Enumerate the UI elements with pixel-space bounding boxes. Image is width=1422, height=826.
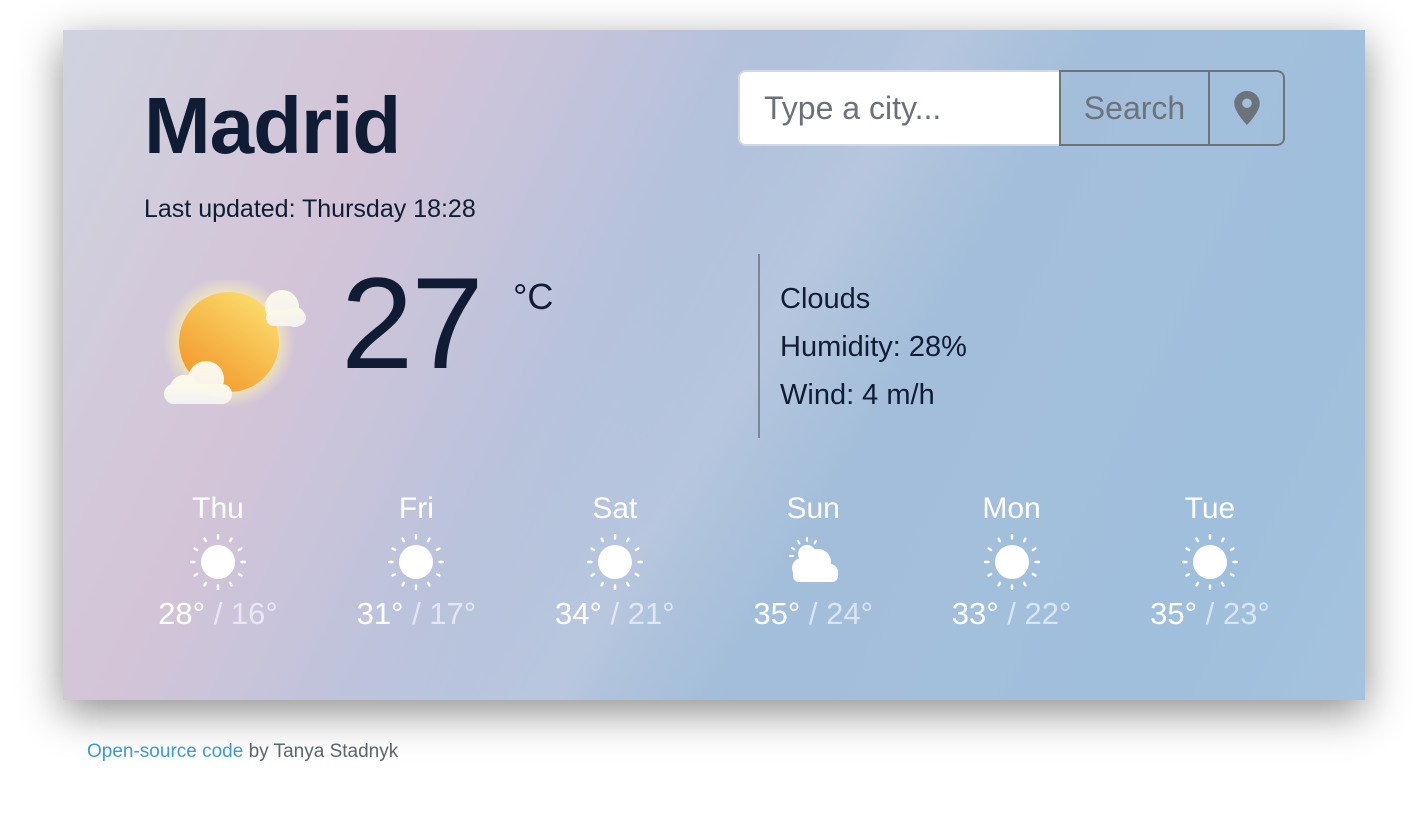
forecast-day: Sat 34° / 21° xyxy=(516,490,714,632)
day-name: Sun xyxy=(786,492,840,525)
condition: Clouds xyxy=(780,283,871,315)
forecast-day: Thu 28° / 16° xyxy=(119,490,317,632)
author-byline: by Tanya Stadnyk xyxy=(243,741,399,762)
temp-min: 24° xyxy=(826,596,873,631)
sun-icon xyxy=(1182,534,1238,590)
temp-separator: / xyxy=(998,596,1025,631)
search-form: Search xyxy=(738,70,1285,146)
footer: Open-source code by Tanya Stadnyk xyxy=(87,741,398,763)
day-name: Sat xyxy=(592,492,638,525)
forecast-day: Fri 31° / 17° xyxy=(317,490,515,632)
temp-max: 35° xyxy=(753,596,801,631)
day-name: Thu xyxy=(192,492,244,525)
city-search-input[interactable] xyxy=(738,70,1059,146)
sun-icon xyxy=(388,534,444,590)
sun-behind-clouds-icon xyxy=(163,280,306,408)
last-updated: Last updated: Thursday 18:28 xyxy=(144,195,476,223)
temp-separator: / xyxy=(1197,596,1223,631)
sun-icon xyxy=(190,534,246,590)
temp-separator: / xyxy=(205,596,231,631)
temp-max: 33° xyxy=(951,596,999,631)
forecast-day: Tue 35° / 23° xyxy=(1111,490,1309,632)
day-name: Tue xyxy=(1184,492,1236,525)
day-temps: 28° / 16° xyxy=(158,596,278,632)
forecast-list: Thu 28° / 16° Fri 31° / 17° Sat 34° / 21… xyxy=(119,490,1309,632)
humidity: Humidity: 28% xyxy=(780,331,967,363)
map-pin-icon xyxy=(1233,91,1260,125)
forecast-day: Mon 33° / 22° xyxy=(913,490,1111,632)
day-name: Mon xyxy=(982,492,1041,525)
day-name: Fri xyxy=(398,492,434,525)
day-temps: 35° / 23° xyxy=(1150,596,1270,632)
forecast-day: Sun 35° / 24° xyxy=(714,490,912,632)
temp-min: 16° xyxy=(230,596,278,631)
temp-separator: / xyxy=(800,596,827,631)
temp-max: 31° xyxy=(356,596,404,631)
search-button[interactable]: Search xyxy=(1059,70,1210,146)
temp-max: 34° xyxy=(554,596,602,631)
temp-min: 23° xyxy=(1222,596,1270,631)
weather-card: Madrid Last updated: Thursday 18:28 Sear… xyxy=(63,30,1365,700)
temp-max: 28° xyxy=(158,596,206,631)
temp-min: 17° xyxy=(429,596,477,631)
temp-separator: / xyxy=(601,596,628,631)
sun-icon xyxy=(984,534,1040,590)
day-temps: 33° / 22° xyxy=(952,596,1072,632)
partly-cloudy-icon xyxy=(789,537,839,582)
day-temps: 35° / 24° xyxy=(753,596,873,632)
temp-min: 21° xyxy=(627,596,675,631)
current-location-button[interactable] xyxy=(1210,70,1285,146)
temp-separator: / xyxy=(403,596,430,631)
wind: Wind: 4 m/h xyxy=(780,379,935,411)
city-name: Madrid xyxy=(144,81,401,170)
weather-details: Clouds Humidity: 28% Wind: 4 m/h xyxy=(780,280,967,424)
sun-icon xyxy=(587,534,643,590)
current-temperature: 27 xyxy=(341,250,484,396)
temperature-unit[interactable]: °C xyxy=(513,276,553,318)
divider xyxy=(758,254,760,438)
temp-min: 22° xyxy=(1024,596,1072,631)
temp-max: 35° xyxy=(1150,596,1198,631)
open-source-link[interactable]: Open-source code xyxy=(87,741,243,762)
day-temps: 31° / 17° xyxy=(357,596,477,632)
day-temps: 34° / 21° xyxy=(555,596,675,632)
